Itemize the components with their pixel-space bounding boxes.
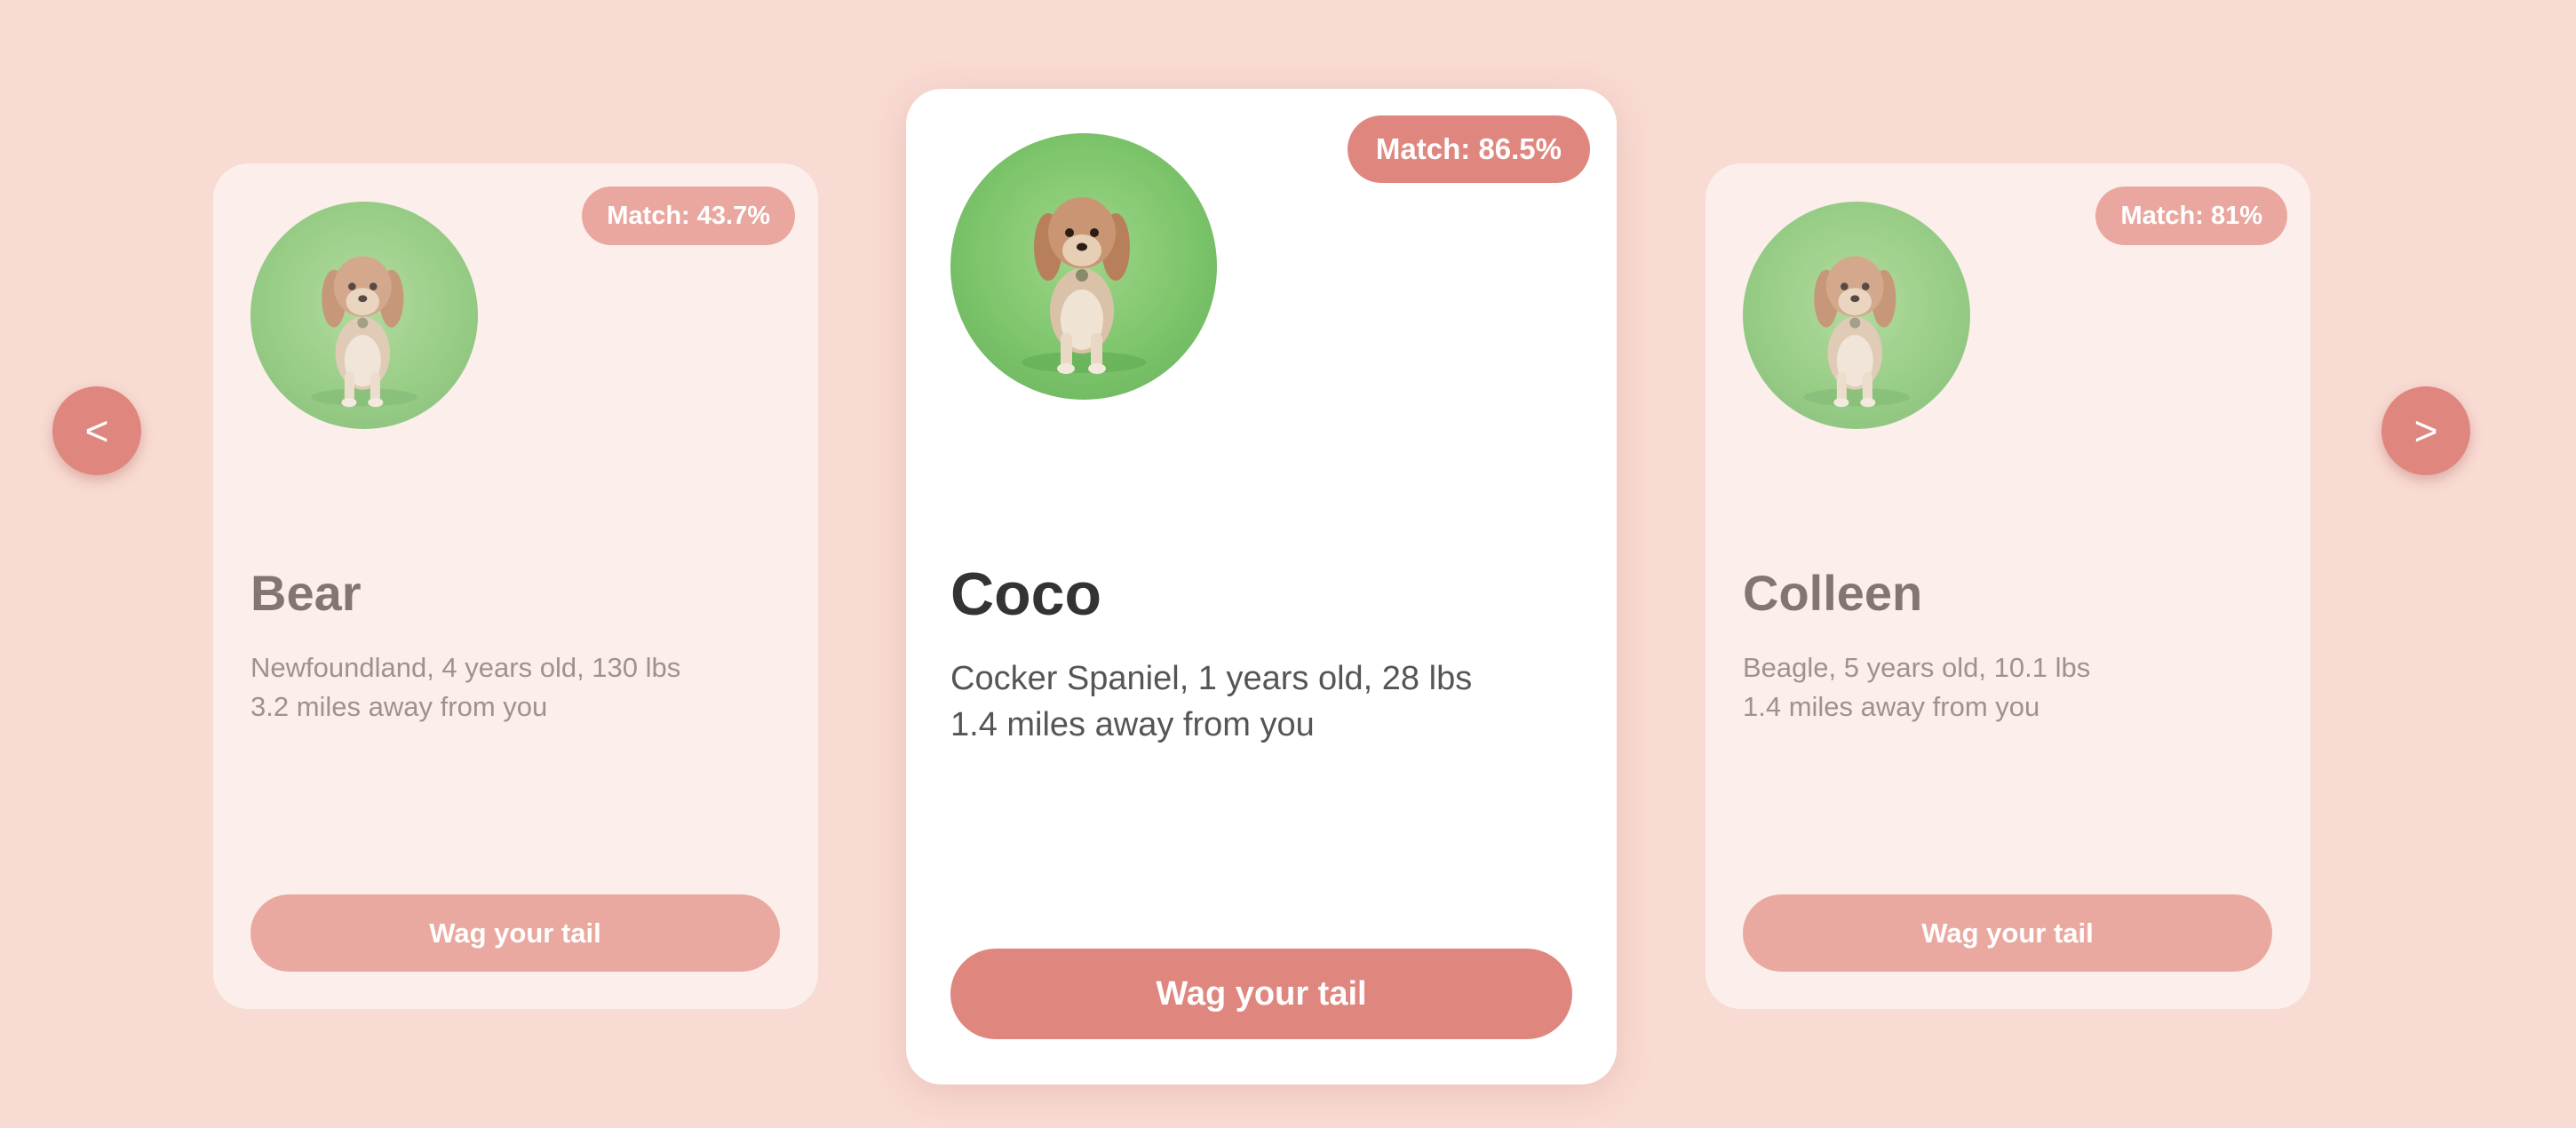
dog-photo xyxy=(1743,202,1970,429)
dog-breed-age-weight: Newfoundland, 4 years old, 130 lbs xyxy=(250,652,681,683)
wag-your-tail-button[interactable]: Wag your tail xyxy=(1743,894,2272,972)
dog-details: Cocker Spaniel, 1 years old, 28 lbs 1.4 … xyxy=(950,655,1472,748)
dog-details: Newfoundland, 4 years old, 130 lbs 3.2 m… xyxy=(250,648,680,727)
wag-your-tail-button[interactable]: Wag your tail xyxy=(250,894,780,972)
dog-distance: 3.2 miles away from you xyxy=(250,691,548,722)
match-badge: Match: 86.5% xyxy=(1347,115,1590,183)
dog-breed-age-weight: Cocker Spaniel, 1 years old, 28 lbs xyxy=(950,660,1473,697)
previous-button[interactable]: < xyxy=(52,386,141,475)
dog-name: Coco xyxy=(950,560,1101,628)
dog-photo xyxy=(250,202,478,429)
dog-card-colleen: Match: 81% Colleen Beagle, 5 years old, … xyxy=(1705,163,2310,1009)
dog-photo xyxy=(950,133,1217,400)
next-button[interactable]: > xyxy=(2381,386,2470,475)
dog-distance: 1.4 miles away from you xyxy=(1743,691,2040,722)
dog-card-coco: Match: 86.5% Coco Cocker Spaniel, 1 year… xyxy=(906,89,1617,1084)
wag-your-tail-button[interactable]: Wag your tail xyxy=(950,949,1572,1039)
match-badge: Match: 43.7% xyxy=(582,187,795,245)
match-badge: Match: 81% xyxy=(2095,187,2287,245)
dog-details: Beagle, 5 years old, 10.1 lbs 1.4 miles … xyxy=(1743,648,2090,727)
dog-name: Bear xyxy=(250,565,362,621)
dog-card-bear: Match: 43.7% Bear Newfoundland, 4 years … xyxy=(213,163,818,1009)
dog-distance: 1.4 miles away from you xyxy=(950,706,1315,743)
dog-name: Colleen xyxy=(1743,565,1923,621)
dog-breed-age-weight: Beagle, 5 years old, 10.1 lbs xyxy=(1743,652,2091,683)
